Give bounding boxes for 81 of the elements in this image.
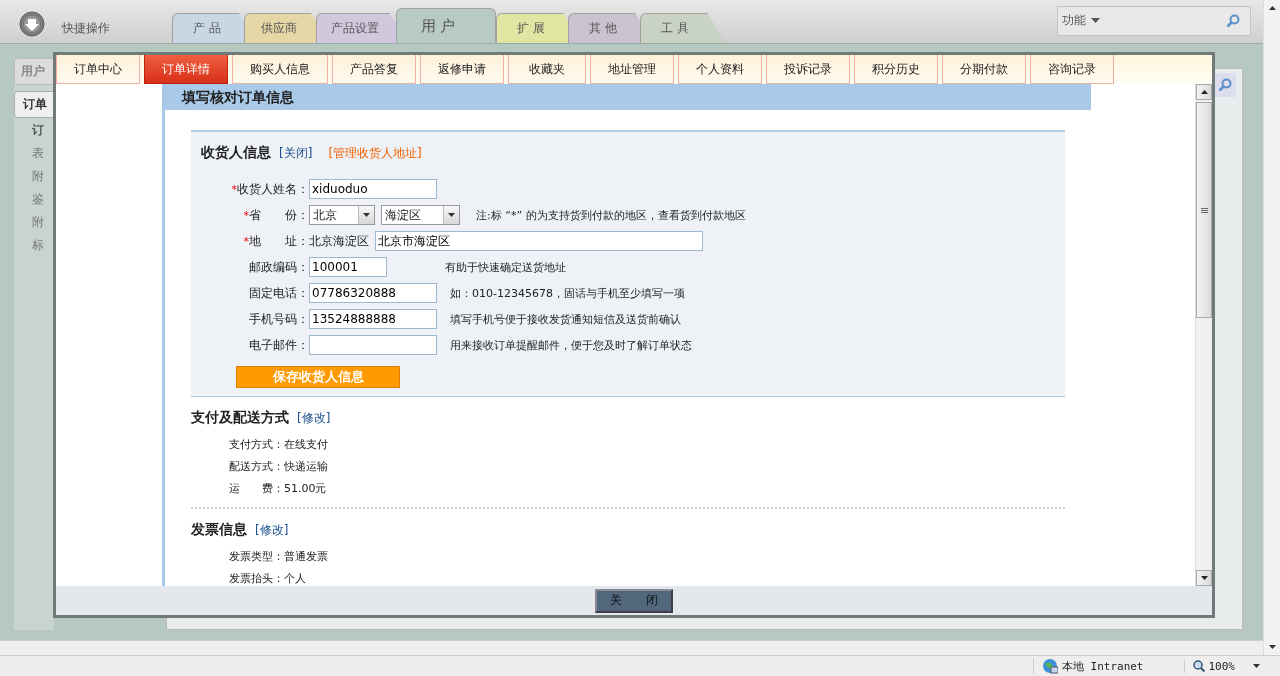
info-label: 支付方式： xyxy=(229,436,284,452)
sidebar-item[interactable]: 订 xyxy=(14,118,54,141)
edit-link[interactable]: [修改] xyxy=(297,410,331,427)
sidebar-title: 用户 xyxy=(14,58,54,85)
info-label: 发票类型： xyxy=(229,548,284,564)
hint-text: 有助于快速确定送货地址 xyxy=(445,259,566,275)
tab[interactable]: 产品答复 xyxy=(332,55,416,84)
info-label: 运 费： xyxy=(229,480,284,496)
info-value: 快递运输 xyxy=(284,458,328,474)
zoom-level: 100% xyxy=(1208,659,1235,673)
tab[interactable]: 地址管理 xyxy=(590,55,674,84)
search-icon xyxy=(1218,78,1232,92)
caret-icon xyxy=(363,213,370,217)
field-label: 手机号码： xyxy=(249,310,309,328)
caret-icon xyxy=(1253,664,1260,668)
tab[interactable]: 咨询记录 xyxy=(1030,55,1114,84)
field-label: 邮政编码： xyxy=(249,258,309,276)
tab[interactable]: 个人资料 xyxy=(678,55,762,84)
scroll-down-button[interactable] xyxy=(1196,570,1212,586)
zoom-icon xyxy=(1192,660,1205,672)
tab[interactable]: 返修申请 xyxy=(420,55,504,84)
scroll-up-icon[interactable] xyxy=(1268,6,1276,10)
input-field[interactable]: xiduoduo xyxy=(309,179,437,199)
menu-tab[interactable]: 工 具 xyxy=(640,13,726,43)
info-label: 配送方式： xyxy=(229,458,284,474)
hint-text: 如：010-12345678，固话与手机至少填写一项 xyxy=(450,285,685,301)
scrollbar[interactable] xyxy=(1195,84,1212,586)
input-field[interactable]: 100001 xyxy=(309,257,387,277)
hint-text: 注:标 “*” 的为支持货到付款的地区，查看货到付款地区 xyxy=(476,207,746,223)
menu-tab[interactable]: 用 户 xyxy=(396,8,496,43)
info-value: 51.00元 xyxy=(284,480,327,496)
tab[interactable]: 购买人信息 xyxy=(232,55,328,84)
function-dropdown[interactable]: 功能 xyxy=(1062,12,1100,29)
field-label: 固定电话： xyxy=(249,284,309,302)
search-icon[interactable] xyxy=(1226,13,1240,28)
tab[interactable]: 积分历史 xyxy=(854,55,938,84)
up-arrow-icon xyxy=(1200,90,1208,94)
field-label: 电子邮件： xyxy=(249,336,309,354)
required-mark: * xyxy=(243,234,249,248)
scroll-down-icon[interactable] xyxy=(1268,645,1276,650)
panel-header: 填写核对订单信息 xyxy=(165,84,1091,110)
field-label: 收货人姓名： xyxy=(237,180,309,198)
search-field[interactable]: 功能 xyxy=(1057,5,1251,36)
globe-icon xyxy=(1041,658,1058,674)
field-label: 地 址： xyxy=(249,232,309,250)
hint-text: 填写手机号便于接收发货通知短信及送货前确认 xyxy=(450,311,681,327)
security-zone-label: 本地 Intranet xyxy=(1061,658,1144,674)
input-field[interactable]: 13524888888 xyxy=(309,309,437,329)
section-title: 支付及配送方式 xyxy=(191,409,289,427)
caret-icon xyxy=(448,213,455,217)
section-title: 收货人信息 xyxy=(201,144,271,162)
info-value: 个人 xyxy=(284,570,306,586)
scroll-up-button[interactable] xyxy=(1196,84,1212,100)
required-mark: * xyxy=(231,182,237,196)
caret-icon xyxy=(1091,18,1100,23)
address-prefix: 北京海淀区 xyxy=(309,232,369,250)
zoom-control[interactable]: 100% xyxy=(1183,659,1260,673)
input-field[interactable]: 07786320888 xyxy=(309,283,437,303)
scroll-thumb[interactable] xyxy=(1196,102,1212,318)
dropdown[interactable]: 北京 xyxy=(309,205,375,225)
grip-icon xyxy=(1200,207,1208,213)
down-arrow-icon xyxy=(1200,576,1208,580)
quick-actions-label[interactable]: 快捷操作 xyxy=(62,20,110,37)
info-label: 发票抬头： xyxy=(229,570,284,586)
link[interactable]: [关闭] xyxy=(279,145,313,162)
edit-link[interactable]: [修改] xyxy=(255,522,289,539)
hint-text: 用来接收订单提醒邮件，便于您及时了解订单状态 xyxy=(450,337,692,353)
required-mark: * xyxy=(243,208,249,222)
tab[interactable]: 订单中心 xyxy=(56,55,140,84)
tab[interactable]: 投诉记录 xyxy=(766,55,850,84)
dropdown[interactable]: 海淀区 xyxy=(381,205,460,225)
sidebar-tab[interactable]: 订单 xyxy=(14,91,54,118)
input-field[interactable]: 北京市海淀区 xyxy=(375,231,703,251)
tab[interactable]: 收藏夹 xyxy=(508,55,586,84)
tab[interactable]: 分期付款 xyxy=(942,55,1026,84)
info-value: 普通发票 xyxy=(284,548,328,564)
tab[interactable]: 订单详情 xyxy=(144,55,228,84)
input-field[interactable] xyxy=(309,335,437,355)
section-title: 发票信息 xyxy=(191,521,247,539)
field-label: 省 份： xyxy=(249,206,309,224)
info-value: 在线支付 xyxy=(284,436,328,452)
